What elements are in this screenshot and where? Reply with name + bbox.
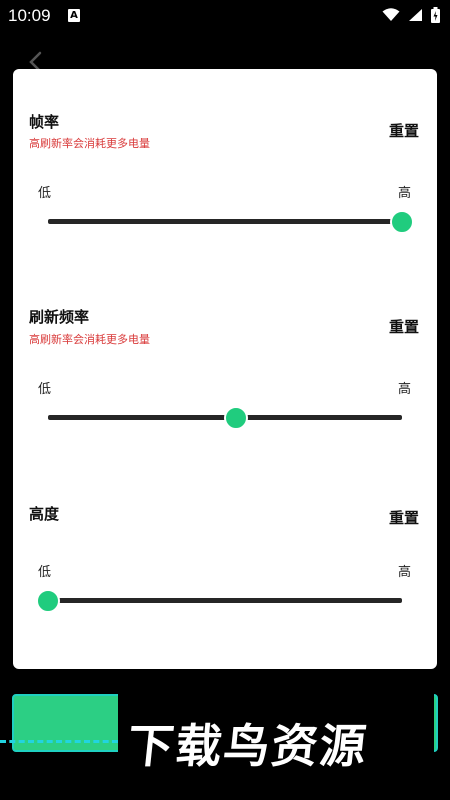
low-label: 低 xyxy=(38,186,52,201)
slider-thumb[interactable] xyxy=(36,588,60,613)
slider-track[interactable] xyxy=(36,588,402,613)
high-label: 高 xyxy=(397,565,411,580)
notification-a-icon: A xyxy=(68,9,80,22)
reset-button[interactable]: 重置 xyxy=(389,120,419,141)
low-label: 低 xyxy=(38,382,52,397)
slider-thumb[interactable] xyxy=(223,405,248,430)
status-icons xyxy=(382,7,440,23)
watermark-logo: 下载鸟资源 xyxy=(118,694,434,800)
status-time: 10:09 xyxy=(8,6,51,25)
section-title: 高度 xyxy=(29,505,60,523)
section-title: 帧率 xyxy=(29,113,60,131)
slider-track[interactable] xyxy=(48,405,402,430)
section-note: 高刷新率会消耗更多电量 xyxy=(29,333,150,346)
high-label: 高 xyxy=(397,186,411,201)
decorative-dash-line xyxy=(0,740,118,743)
watermark-text: 下载鸟资源 xyxy=(124,719,371,773)
high-label: 高 xyxy=(397,382,411,397)
reset-button[interactable]: 重置 xyxy=(389,507,419,528)
battery-icon xyxy=(431,7,440,23)
status-bar: 10:09 A xyxy=(0,0,450,32)
section-title: 刷新频率 xyxy=(29,308,90,326)
slider-thumb[interactable] xyxy=(390,209,414,234)
reset-button[interactable]: 重置 xyxy=(389,316,419,337)
section-note: 高刷新率会消耗更多电量 xyxy=(29,137,150,150)
slider-track[interactable] xyxy=(48,209,414,234)
wifi-icon xyxy=(382,8,400,21)
low-label: 低 xyxy=(38,565,52,580)
signal-icon xyxy=(409,9,422,21)
settings-card: 帧率 高刷新率会消耗更多电量 重置 低 高 刷新频率 高刷新率会消耗更多电量 重… xyxy=(13,69,437,669)
